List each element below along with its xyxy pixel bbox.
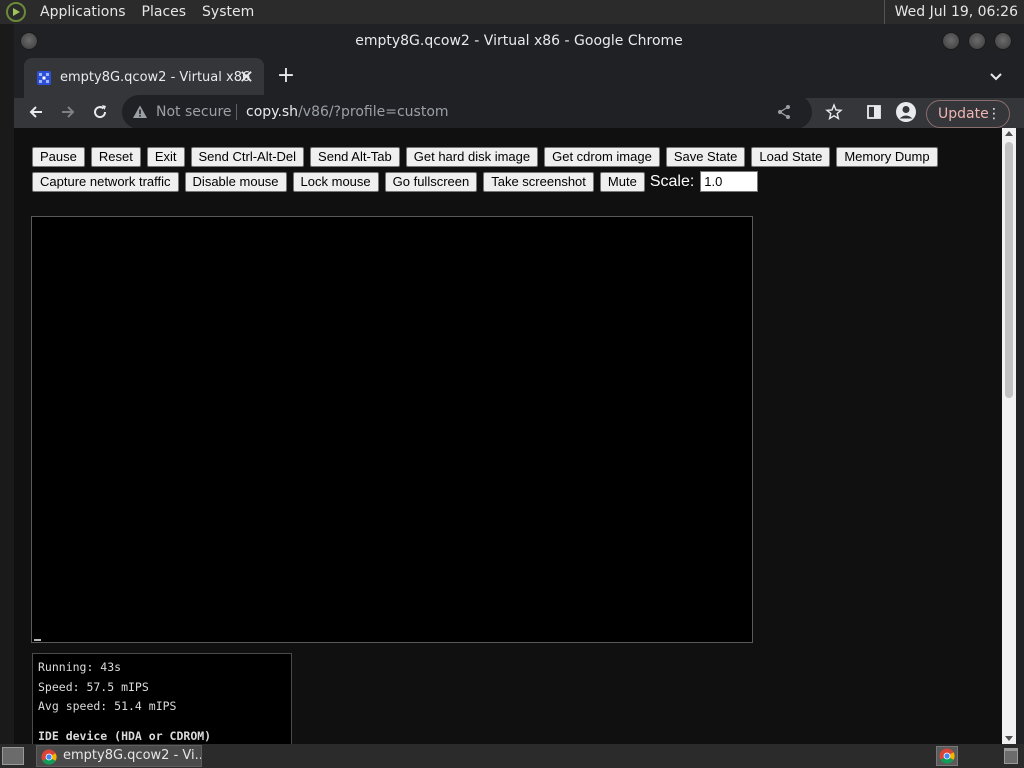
menu-applications[interactable]: Applications <box>32 0 134 24</box>
capture-network-traffic-button[interactable]: Capture network traffic <box>32 171 179 192</box>
tray-chrome-launcher[interactable] <box>936 746 958 766</box>
get-hard-disk-image-button[interactable]: Get hard disk image <box>405 147 539 167</box>
url-text[interactable]: copy.sh/v86/?profile=custom <box>246 95 449 129</box>
distro-logo-icon[interactable] <box>6 2 26 22</box>
trash-icon[interactable] <box>1004 748 1018 764</box>
disable-mouse-button[interactable]: Disable mouse <box>184 171 287 192</box>
panel-clock[interactable]: Wed Jul 19, 06:26 <box>883 0 1024 24</box>
stat-avg-speed: Avg speed: 51.4 mIPS <box>38 699 177 713</box>
stat-ide-header: IDE device (HDA or CDROM) <box>38 728 212 743</box>
reload-button[interactable] <box>86 98 114 126</box>
tab-active[interactable]: empty8G.qcow2 - Virtual x86 ✕ <box>24 58 264 98</box>
window-titlebar[interactable]: empty8G.qcow2 - Virtual x86 - Google Chr… <box>14 24 1024 58</box>
emulator-screen[interactable] <box>31 216 753 643</box>
menu-places[interactable]: Places <box>134 0 195 24</box>
scrollbar-thumb[interactable] <box>1005 142 1013 398</box>
controls-row-1: Pause Reset Exit Send Ctrl-Alt-Del Send … <box>32 147 938 167</box>
chrome-icon <box>939 748 955 764</box>
profile-button[interactable] <box>892 98 920 126</box>
avatar-icon <box>896 102 916 122</box>
browser-toolbar: Not secure copy.sh/v86/?profile=custom U… <box>14 95 1024 129</box>
security-label[interactable]: Not secure <box>156 95 232 129</box>
send-alt-tab-button[interactable]: Send Alt-Tab <box>310 147 400 167</box>
url-host: copy.sh <box>246 104 299 120</box>
maximize-icon[interactable] <box>968 32 986 50</box>
scale-label: Scale: <box>649 172 695 190</box>
stat-running: Running: 43s <box>38 660 122 674</box>
side-panel-button[interactable] <box>860 98 888 126</box>
v86-favicon-icon <box>37 71 51 85</box>
stat-speed: Speed: 57.5 mIPS <box>38 679 149 694</box>
new-tab-button[interactable]: + <box>272 62 300 90</box>
desktop-top-panel: Applications Places System Wed Jul 19, 0… <box>0 0 1024 24</box>
update-label: Update <box>938 106 989 122</box>
tab-close-icon[interactable]: ✕ <box>239 58 254 98</box>
side-panel-icon <box>867 105 881 119</box>
controls-row-2: Capture network traffic Disable mouse Lo… <box>32 171 759 192</box>
memory-dump-button[interactable]: Memory Dump <box>836 147 938 167</box>
omnibox-divider <box>236 104 237 120</box>
back-button[interactable] <box>22 98 50 126</box>
exit-button[interactable]: Exit <box>146 147 185 167</box>
forward-button[interactable] <box>54 98 82 126</box>
page-scrollbar[interactable] <box>1002 128 1016 744</box>
reset-button[interactable]: Reset <box>90 147 141 167</box>
close-window-icon[interactable] <box>994 32 1012 50</box>
address-bar[interactable]: Not secure copy.sh/v86/?profile=custom <box>122 95 812 129</box>
send-ctrl-alt-del-button[interactable]: Send Ctrl-Alt-Del <box>190 147 305 167</box>
window-title: empty8G.qcow2 - Virtual x86 - Google Chr… <box>355 33 683 49</box>
chrome-icon <box>41 749 57 765</box>
scale-input[interactable] <box>700 171 759 192</box>
tab-title: empty8G.qcow2 - Virtual x86 <box>60 70 251 85</box>
warning-icon[interactable] <box>132 104 148 120</box>
pause-button[interactable]: Pause <box>32 147 85 167</box>
chevron-down-icon[interactable] <box>984 64 1008 88</box>
taskbar-chrome-item[interactable]: empty8G.qcow2 - Vi... <box>36 745 202 767</box>
text-cursor <box>34 639 41 641</box>
reload-icon <box>94 105 107 119</box>
bookmark-button[interactable] <box>820 98 848 126</box>
show-desktop-icon[interactable] <box>2 747 24 765</box>
update-button[interactable]: Update ⋮ <box>926 100 1010 128</box>
page-viewport: Pause Reset Exit Send Ctrl-Alt-Del Send … <box>14 128 1016 744</box>
chrome-window: empty8G.qcow2 - Virtual x86 - Google Chr… <box>14 24 1024 744</box>
back-arrow-icon <box>29 106 42 118</box>
taskbar-item-title: empty8G.qcow2 - Vi... <box>63 748 202 763</box>
mute-button[interactable]: Mute <box>599 171 645 192</box>
lock-mouse-button[interactable]: Lock mouse <box>292 171 379 192</box>
kebab-menu-icon[interactable]: ⋮ <box>987 101 1001 127</box>
minimize-icon[interactable] <box>942 32 960 50</box>
runtime-stats-panel: Running: 43s Speed: 57.5 mIPS Avg speed:… <box>32 653 292 744</box>
go-fullscreen-button[interactable]: Go fullscreen <box>384 171 478 192</box>
share-icon[interactable] <box>776 104 792 120</box>
save-state-button[interactable]: Save State <box>665 147 746 167</box>
scroll-down-icon[interactable] <box>1005 736 1013 741</box>
scroll-up-icon[interactable] <box>1005 131 1013 136</box>
star-icon <box>825 103 843 120</box>
url-path: /v86/?profile=custom <box>298 104 449 120</box>
forward-arrow-icon <box>62 106 75 118</box>
tab-strip: empty8G.qcow2 - Virtual x86 ✕ + <box>14 58 1024 98</box>
window-menu-icon[interactable] <box>20 32 38 50</box>
get-cdrom-image-button[interactable]: Get cdrom image <box>544 147 660 167</box>
load-state-button[interactable]: Load State <box>751 147 831 167</box>
menu-system[interactable]: System <box>194 0 262 24</box>
take-screenshot-button[interactable]: Take screenshot <box>483 171 594 192</box>
desktop-taskbar: empty8G.qcow2 - Vi... <box>0 744 1024 768</box>
